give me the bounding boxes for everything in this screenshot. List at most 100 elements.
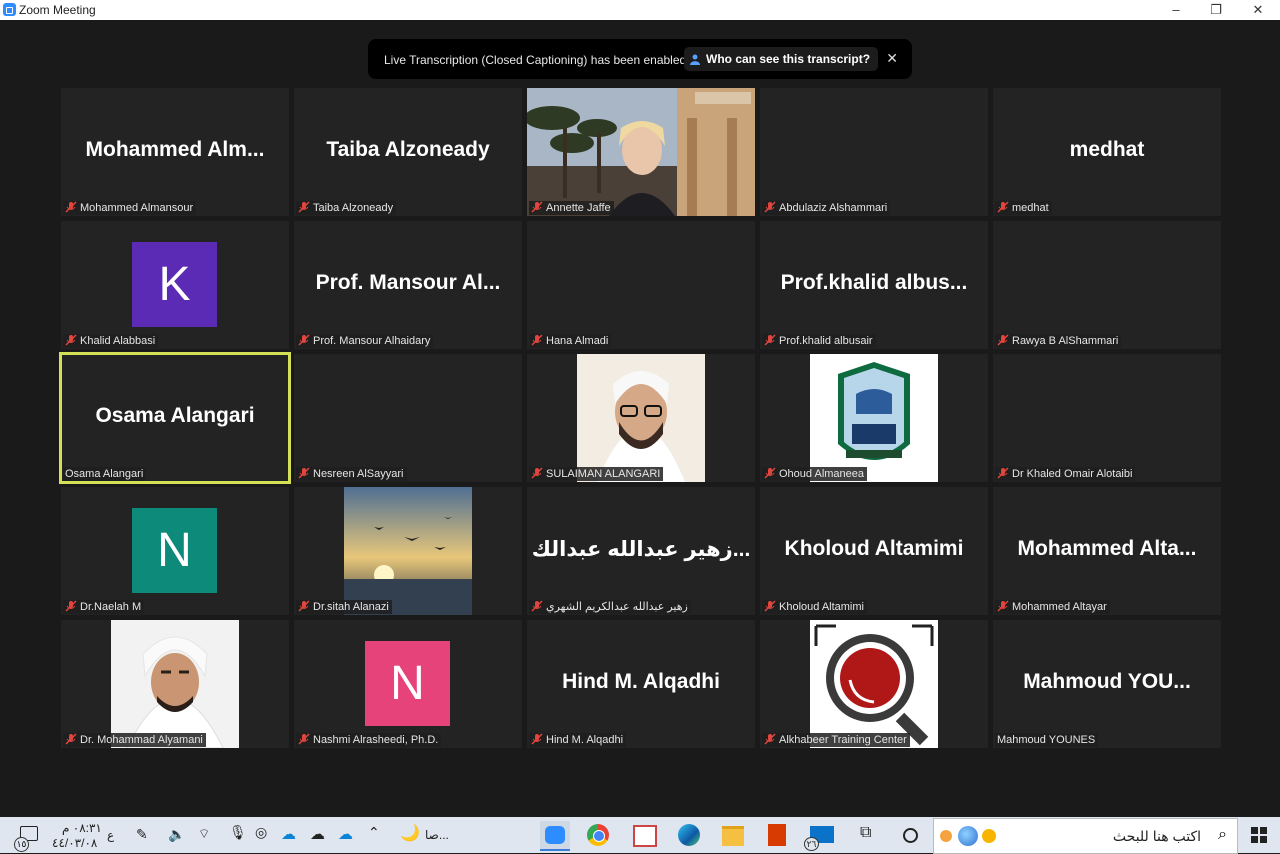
participant-name: Dr.sitah Alanazi bbox=[313, 601, 389, 613]
participant-tile[interactable]: Mahmoud YOU... Mahmoud YOUNES bbox=[993, 620, 1221, 748]
participant-tile[interactable]: N Nashmi Alrasheedi, Ph.D. bbox=[294, 620, 522, 748]
participant-name-label: Mohammed Altayar bbox=[995, 600, 1110, 614]
muted-mic-icon bbox=[531, 600, 543, 612]
muted-mic-icon bbox=[531, 334, 543, 346]
participant-name-label: Alkhabeer Training Center bbox=[762, 733, 910, 747]
participant-tile[interactable]: زهير عبدالله عبدالك... زهير عبدالله عبدال… bbox=[527, 487, 755, 615]
onedrive-icon-3[interactable]: ☁ bbox=[338, 825, 353, 843]
participant-tile[interactable]: Prof. Mansour Al... Prof. Mansour Alhaida… bbox=[294, 221, 522, 349]
volume-icon[interactable]: 🔈 bbox=[168, 826, 185, 843]
participant-tile[interactable]: Dr. Mohammad Alyamani bbox=[61, 620, 289, 748]
participant-video bbox=[344, 487, 472, 615]
taskbar-search-box[interactable]: اكتب هنا للبحث ⌕ bbox=[933, 818, 1238, 854]
input-language[interactable]: ع bbox=[107, 828, 114, 842]
participant-tile[interactable]: Prof.khalid albus... Prof.khalid albusair bbox=[760, 221, 988, 349]
participant-name-label: Nashmi Alrasheedi, Ph.D. bbox=[296, 733, 442, 747]
office-icon[interactable] bbox=[768, 824, 786, 846]
task-view-icon[interactable]: ⧉ bbox=[860, 824, 871, 842]
participant-tile[interactable]: Ohoud Almaneea bbox=[760, 354, 988, 482]
participant-name: زهير عبدالله عبدالكريم الشهري bbox=[546, 601, 688, 613]
zoom-app-icon bbox=[3, 3, 16, 16]
restore-button[interactable]: ❐ bbox=[1196, 0, 1236, 20]
participant-name: Prof.khalid albusair bbox=[779, 335, 873, 347]
participant-tile[interactable]: Dr.sitah Alanazi bbox=[294, 487, 522, 615]
participant-name: Abdulaziz Alshammari bbox=[779, 202, 888, 214]
muted-mic-icon bbox=[298, 733, 310, 745]
participant-display-name: Hind M. Alqadhi bbox=[562, 670, 720, 693]
participant-tile[interactable]: Mohammed Alta... Mohammed Altayar bbox=[993, 487, 1221, 615]
participant-name: Mohammed Altayar bbox=[1012, 601, 1107, 613]
muted-mic-icon bbox=[65, 201, 77, 213]
participant-name-label: Dr. Mohammad Alyamani bbox=[63, 733, 206, 747]
muted-mic-icon bbox=[997, 467, 1009, 479]
presentation-icon[interactable] bbox=[633, 825, 657, 847]
participant-tile[interactable]: Nesreen AlSayyari bbox=[294, 354, 522, 482]
participant-name-label: Dr.Naelah M bbox=[63, 600, 145, 614]
participant-tile[interactable]: Annette Jaffe bbox=[527, 88, 755, 216]
participant-tile[interactable]: K Khalid Alabbasi bbox=[61, 221, 289, 349]
edge-icon[interactable] bbox=[678, 824, 700, 846]
close-window-button[interactable]: ✕ bbox=[1238, 0, 1278, 20]
clock-date[interactable]: ٤٤/٠٣/٠٨ bbox=[52, 836, 97, 850]
mail-badge: ٢٦ bbox=[804, 837, 819, 851]
participant-name: Dr. Mohammad Alyamani bbox=[80, 734, 203, 746]
wifi-icon[interactable]: ⌔ bbox=[198, 826, 210, 842]
weather-moon-icon[interactable]: 🌙 bbox=[400, 823, 420, 843]
who-can-see-button[interactable]: Who can see this transcript? bbox=[684, 47, 879, 71]
cortana-icon[interactable] bbox=[903, 828, 918, 843]
participant-tile[interactable]: Hana Almadi bbox=[527, 221, 755, 349]
participant-name-label: زهير عبدالله عبدالكريم الشهري bbox=[529, 600, 691, 614]
muted-mic-icon bbox=[997, 334, 1009, 346]
participant-name: Taiba Alzoneady bbox=[313, 202, 394, 214]
muted-mic-icon bbox=[531, 733, 543, 745]
banner-message: Live Transcription (Closed Captioning) h… bbox=[384, 53, 687, 67]
weather-text[interactable]: صا... bbox=[425, 828, 449, 842]
participant-tile[interactable]: Kholoud Altamimi Kholoud Altamimi bbox=[760, 487, 988, 615]
participant-tile[interactable]: Abdulaziz Alshammari bbox=[760, 88, 988, 216]
windows-taskbar: ١٥ ٠٨:٣١ م ٤٤/٠٣/٠٨ ع ✎ 🔈 ⌔ 🎙 ◎ ☁ ☁ ☁ ⌃ … bbox=[0, 817, 1280, 854]
participant-display-name: Osama Alangari bbox=[95, 404, 255, 427]
start-button[interactable] bbox=[1251, 827, 1267, 843]
participant-tile[interactable]: Rawya B AlShammari bbox=[993, 221, 1221, 349]
participant-tile[interactable]: Hind M. Alqadhi Hind M. Alqadhi bbox=[527, 620, 755, 748]
participant-display-name: Mohammed Alm... bbox=[85, 138, 265, 161]
participant-tile[interactable]: Alkhabeer Training Center bbox=[760, 620, 988, 748]
participant-name-label: Abdulaziz Alshammari bbox=[762, 201, 891, 215]
participant-name-label: medhat bbox=[995, 201, 1052, 215]
participant-name: Hana Almadi bbox=[546, 335, 609, 347]
zoom-taskbar-icon[interactable] bbox=[540, 821, 570, 851]
clock-time[interactable]: ٠٨:٣١ م bbox=[62, 821, 102, 835]
chrome-icon[interactable] bbox=[587, 824, 609, 846]
participant-name-label: Kholoud Altamimi bbox=[762, 600, 867, 614]
participant-name: Mohammed Almansour bbox=[80, 202, 194, 214]
file-explorer-icon[interactable] bbox=[722, 826, 744, 846]
banner-close-button[interactable]: ✕ bbox=[886, 50, 898, 67]
microphone-icon[interactable]: 🎙 bbox=[229, 824, 247, 841]
participant-tile[interactable]: Mohammed Alm... Mohammed Almansour bbox=[61, 88, 289, 216]
participant-avatar: N bbox=[132, 508, 217, 593]
participant-display-name: Kholoud Altamimi bbox=[784, 537, 964, 560]
participant-name: Dr.Naelah M bbox=[80, 601, 142, 613]
participant-video bbox=[527, 88, 755, 216]
participant-tile[interactable]: Osama Alangari Osama Alangari bbox=[59, 352, 291, 484]
chevron-up-icon[interactable]: ⌃ bbox=[368, 824, 380, 841]
muted-mic-icon bbox=[65, 334, 77, 346]
participant-tile[interactable]: Taiba Alzoneady Taiba Alzoneady bbox=[294, 88, 522, 216]
muted-mic-icon bbox=[298, 201, 310, 213]
participant-avatar: N bbox=[365, 641, 450, 726]
participant-tile[interactable]: medhat medhat bbox=[993, 88, 1221, 216]
participant-tile[interactable]: Dr Khaled Omair Alotaibi bbox=[993, 354, 1221, 482]
title-bar: Zoom Meeting – ❐ ✕ bbox=[0, 0, 1280, 20]
meeting-stage: Live Transcription (Closed Captioning) h… bbox=[0, 20, 1280, 817]
pen-icon[interactable]: ✎ bbox=[136, 826, 148, 843]
search-highlight-icon bbox=[940, 826, 996, 846]
participant-video bbox=[577, 354, 705, 482]
participant-tile[interactable]: SULAIMAN ALANGARI bbox=[527, 354, 755, 482]
minimize-button[interactable]: – bbox=[1156, 0, 1196, 20]
muted-mic-icon bbox=[764, 201, 776, 213]
participant-name-label: Mahmoud YOUNES bbox=[995, 733, 1099, 747]
participant-tile[interactable]: N Dr.Naelah M bbox=[61, 487, 289, 615]
onedrive-icon-1[interactable]: ☁ bbox=[281, 825, 296, 843]
onedrive-icon-2[interactable]: ☁ bbox=[310, 825, 325, 843]
webcam-icon[interactable]: ◎ bbox=[255, 824, 267, 841]
